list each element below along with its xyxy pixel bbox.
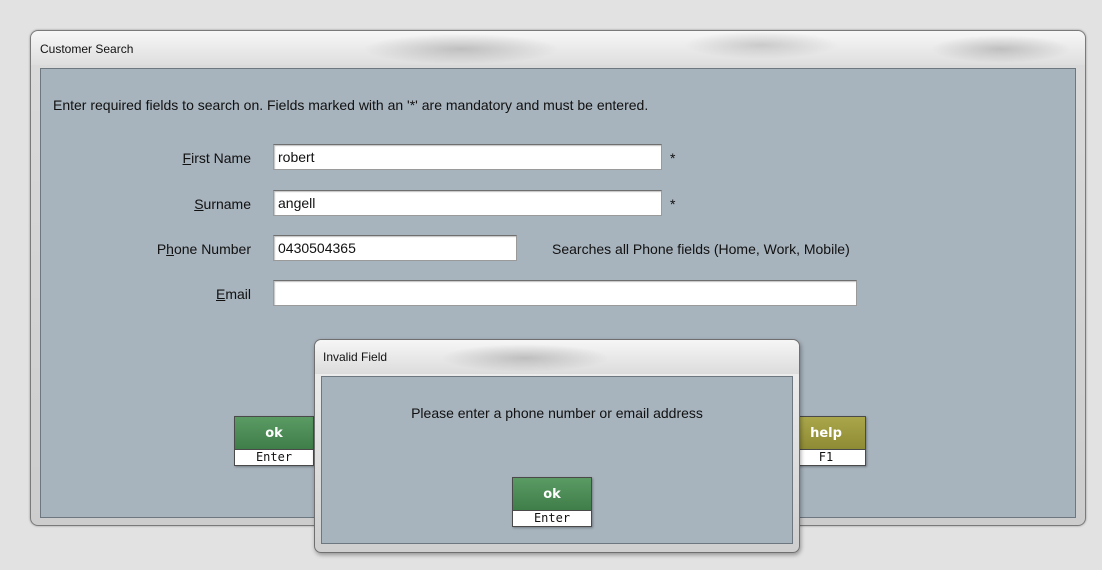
first-name-accel: F (182, 150, 192, 166)
window-titlebar[interactable]: Customer Search (31, 31, 1085, 65)
dialog-panel: Please enter a phone number or email add… (321, 376, 793, 544)
surname-label: Surname (111, 196, 251, 212)
ok-button[interactable]: ok Enter (234, 416, 314, 466)
email-input[interactable] (273, 280, 857, 306)
first-name-label-text: irst Name (191, 150, 251, 166)
dialog-ok-button-key: Enter (513, 510, 591, 526)
phone-number-label: Phone Number (111, 241, 251, 257)
instructions-text: Enter required fields to search on. Fiel… (53, 97, 649, 113)
dialog-titlebar[interactable]: Invalid Field (315, 340, 799, 374)
first-name-input[interactable] (273, 144, 662, 170)
phone-accel: h (166, 241, 174, 257)
email-accel: E (215, 286, 226, 302)
dialog-ok-button-label: ok (513, 478, 591, 511)
email-label: Email (111, 286, 251, 302)
phone-label-text: one Number (173, 241, 251, 257)
window-title: Customer Search (40, 42, 134, 56)
first-name-required-mark: * (670, 150, 676, 166)
ok-button-label: ok (235, 417, 313, 450)
email-label-text: mail (225, 286, 251, 302)
dialog-title: Invalid Field (323, 350, 388, 364)
dialog-ok-button[interactable]: ok Enter (512, 477, 592, 527)
phone-hint-text: Searches all Phone fields (Home, Work, M… (552, 241, 850, 257)
phone-number-input[interactable] (273, 235, 517, 261)
surname-accel: S (194, 196, 204, 212)
phone-label-pre: P (156, 241, 167, 257)
ok-button-key: Enter (235, 449, 313, 465)
surname-label-text: urname (203, 196, 251, 212)
first-name-label: First Name (111, 150, 251, 166)
dialog-message: Please enter a phone number or email add… (411, 405, 703, 421)
surname-required-mark: * (670, 196, 676, 212)
invalid-field-dialog: Invalid Field Please enter a phone numbe… (314, 339, 800, 553)
surname-input[interactable] (273, 190, 662, 216)
